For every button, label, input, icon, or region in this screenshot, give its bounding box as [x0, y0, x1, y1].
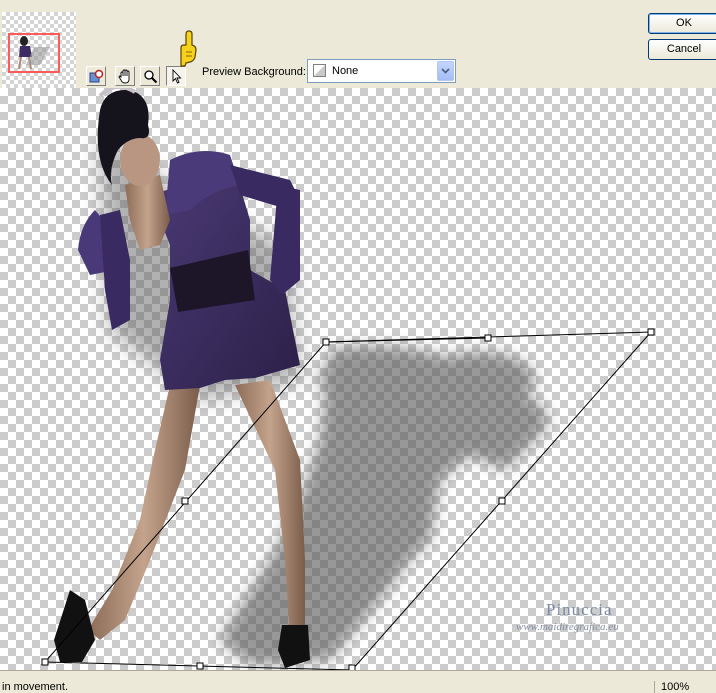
pan-zoom-tool-button[interactable] [86, 66, 106, 86]
watermark-name: Pinuccia [546, 600, 613, 619]
preview-background-select[interactable]: None [307, 59, 456, 83]
navigator-view-rect[interactable] [8, 33, 60, 73]
preview-background-label: Preview Background: [202, 66, 306, 78]
left-shoe [54, 590, 95, 662]
zoom-icon [143, 69, 157, 83]
status-bar: in movement. 100% [0, 670, 716, 693]
toolbar: Preview Background: None OK Cancel [0, 0, 716, 88]
watermark-url: www.maidiregrafica.eu [516, 621, 619, 633]
zoom-tool-button[interactable] [140, 66, 160, 86]
status-message: in movement. [2, 681, 69, 693]
preview-artwork [41, 88, 655, 670]
background-swatch-icon [313, 64, 326, 77]
thumbnail-figure [18, 36, 50, 70]
yellow-pointing-hand-icon [180, 30, 197, 67]
preview-background-value: None [332, 65, 359, 77]
zoom-level: 100% [654, 681, 714, 693]
hand-icon [118, 69, 129, 83]
left-leg [88, 385, 200, 640]
arrow-pointer-icon [172, 68, 182, 84]
navigator-thumbnail[interactable] [2, 12, 76, 88]
chevron-down-icon [441, 68, 450, 74]
preview-canvas[interactable]: Pinuccia www.maidiregrafica.eu [0, 88, 716, 670]
hand-tool-button[interactable] [115, 66, 135, 86]
cancel-button[interactable]: Cancel [648, 39, 716, 60]
dropdown-arrow-button[interactable] [437, 61, 454, 81]
ok-button[interactable]: OK [648, 13, 716, 34]
pan-zoom-icon [89, 69, 103, 82]
